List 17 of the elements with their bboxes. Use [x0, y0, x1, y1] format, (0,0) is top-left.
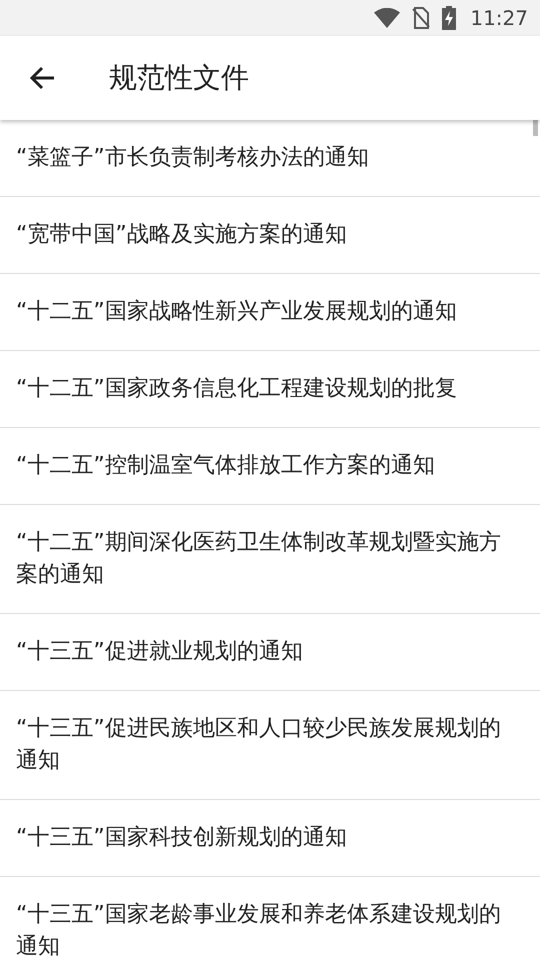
list-item[interactable]: “十三五”国家科技创新规划的通知	[0, 800, 540, 877]
scrollbar	[533, 120, 538, 136]
back-arrow-icon[interactable]	[29, 66, 55, 90]
list-item[interactable]: “菜篮子”市长负责制考核办法的通知	[0, 120, 540, 197]
list-item[interactable]: “十三五”国家老龄事业发展和养老体系建设规划的通知	[0, 877, 540, 960]
list-item[interactable]: “十二五”控制温室气体排放工作方案的通知	[0, 428, 540, 505]
list-item[interactable]: “十三五”促进就业规划的通知	[0, 614, 540, 691]
list-item[interactable]: “宽带中国”战略及实施方案的通知	[0, 197, 540, 274]
list-item[interactable]: “十二五”期间深化医药卫生体制改革规划暨实施方案的通知	[0, 505, 540, 614]
battery-charging-icon	[442, 6, 456, 30]
wifi-icon	[374, 8, 400, 28]
list-item[interactable]: “十二五”国家政务信息化工程建设规划的批复	[0, 351, 540, 428]
page-title: 规范性文件	[109, 60, 249, 96]
list-item[interactable]: “十三五”促进民族地区和人口较少民族发展规划的通知	[0, 691, 540, 800]
status-time: 11:27	[470, 6, 528, 30]
no-sim-icon	[412, 7, 430, 29]
list-item[interactable]: “十二五”国家战略性新兴产业发展规划的通知	[0, 274, 540, 351]
